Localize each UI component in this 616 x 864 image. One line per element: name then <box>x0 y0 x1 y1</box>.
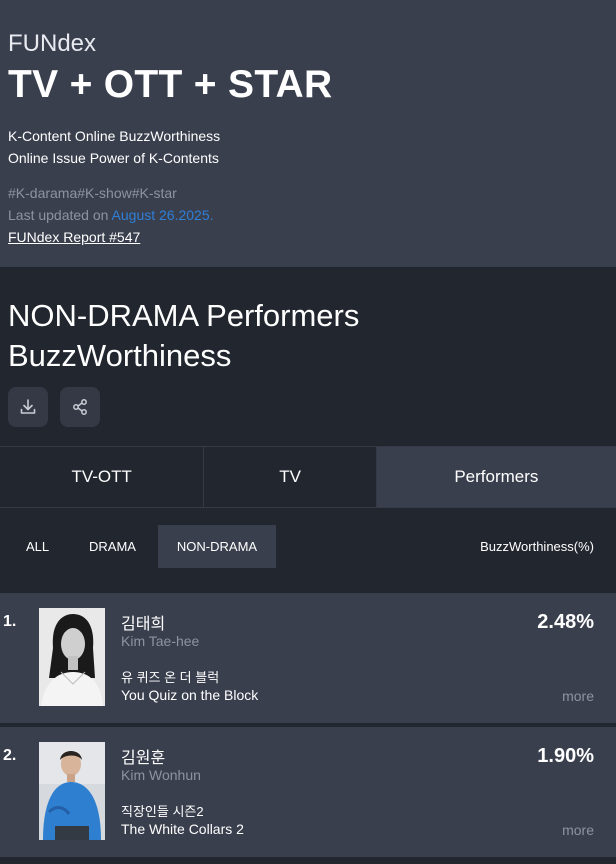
rank-number: 1. <box>3 613 17 630</box>
last-updated-date[interactable]: August 26.2025. <box>112 207 214 223</box>
rank-number: 2. <box>3 747 17 764</box>
show-title-english: You Quiz on the Block <box>121 687 259 703</box>
more-link[interactable]: more <box>562 822 594 838</box>
performer-name-english: Kim Wonhun <box>121 767 201 783</box>
performer-name-korean: 김태희 <box>121 616 166 633</box>
subtab-all[interactable]: ALL <box>26 525 49 568</box>
report-link[interactable]: FUNdex Report #547 <box>8 229 140 245</box>
column-header-buzzworthiness: BuzzWorthiness(%) <box>480 539 594 554</box>
more-link[interactable]: more <box>562 688 594 704</box>
header: FUNdex TV + OTT + STAR K-Content Online … <box>0 0 616 267</box>
buzz-percentage: 2.48% <box>537 611 594 633</box>
brand-name: FUNdex <box>8 30 97 57</box>
hashtags: #K-darama#K-show#K-star <box>8 185 177 201</box>
sub-tabs: ALL DRAMA NON-DRAMA BuzzWorthiness(%) <box>0 506 616 592</box>
page-title: TV + OTT + STAR <box>8 63 333 106</box>
section-title: NON-DRAMA Performers BuzzWorthiness <box>8 296 608 376</box>
download-button[interactable] <box>8 387 48 427</box>
performer-photo <box>39 742 105 840</box>
main-tabs: TV-OTT TV Performers <box>0 446 616 508</box>
ranking-row[interactable]: 1. 김태희 Kim Tae-hee 유 퀴즈 온 더 블럭 You Quiz … <box>0 593 616 723</box>
tab-tv-ott[interactable]: TV-OTT <box>0 447 205 507</box>
tab-tv[interactable]: TV <box>204 447 377 507</box>
subtab-drama[interactable]: DRAMA <box>89 525 136 568</box>
ranking-row[interactable]: 2. 김원훈 Kim Wonhun 직장인들 시즌2 The White Col… <box>0 727 616 857</box>
last-updated-label: Last updated on <box>8 207 112 223</box>
share-button[interactable] <box>60 387 100 427</box>
show-title-korean: 유 퀴즈 온 더 블럭 <box>121 670 220 685</box>
subtab-non-drama[interactable]: NON-DRAMA <box>158 525 276 568</box>
show-title-korean: 직장인들 시즌2 <box>121 804 204 819</box>
last-updated: Last updated on August 26.2025. <box>8 207 214 223</box>
tab-performers[interactable]: Performers <box>376 447 616 507</box>
section-title-line-1: NON-DRAMA Performers <box>8 298 360 333</box>
performer-name-korean: 김원훈 <box>121 750 166 767</box>
share-icon <box>73 399 87 415</box>
description-line-2: Online Issue Power of K-Contents <box>8 150 219 166</box>
buzz-percentage: 1.90% <box>537 745 594 767</box>
performer-photo <box>39 608 105 706</box>
show-title-english: The White Collars 2 <box>121 821 244 837</box>
download-icon <box>20 399 36 414</box>
section-title-line-2: BuzzWorthiness <box>8 338 232 373</box>
performer-name-english: Kim Tae-hee <box>121 633 200 649</box>
description-line-1: K-Content Online BuzzWorthiness <box>8 128 221 144</box>
